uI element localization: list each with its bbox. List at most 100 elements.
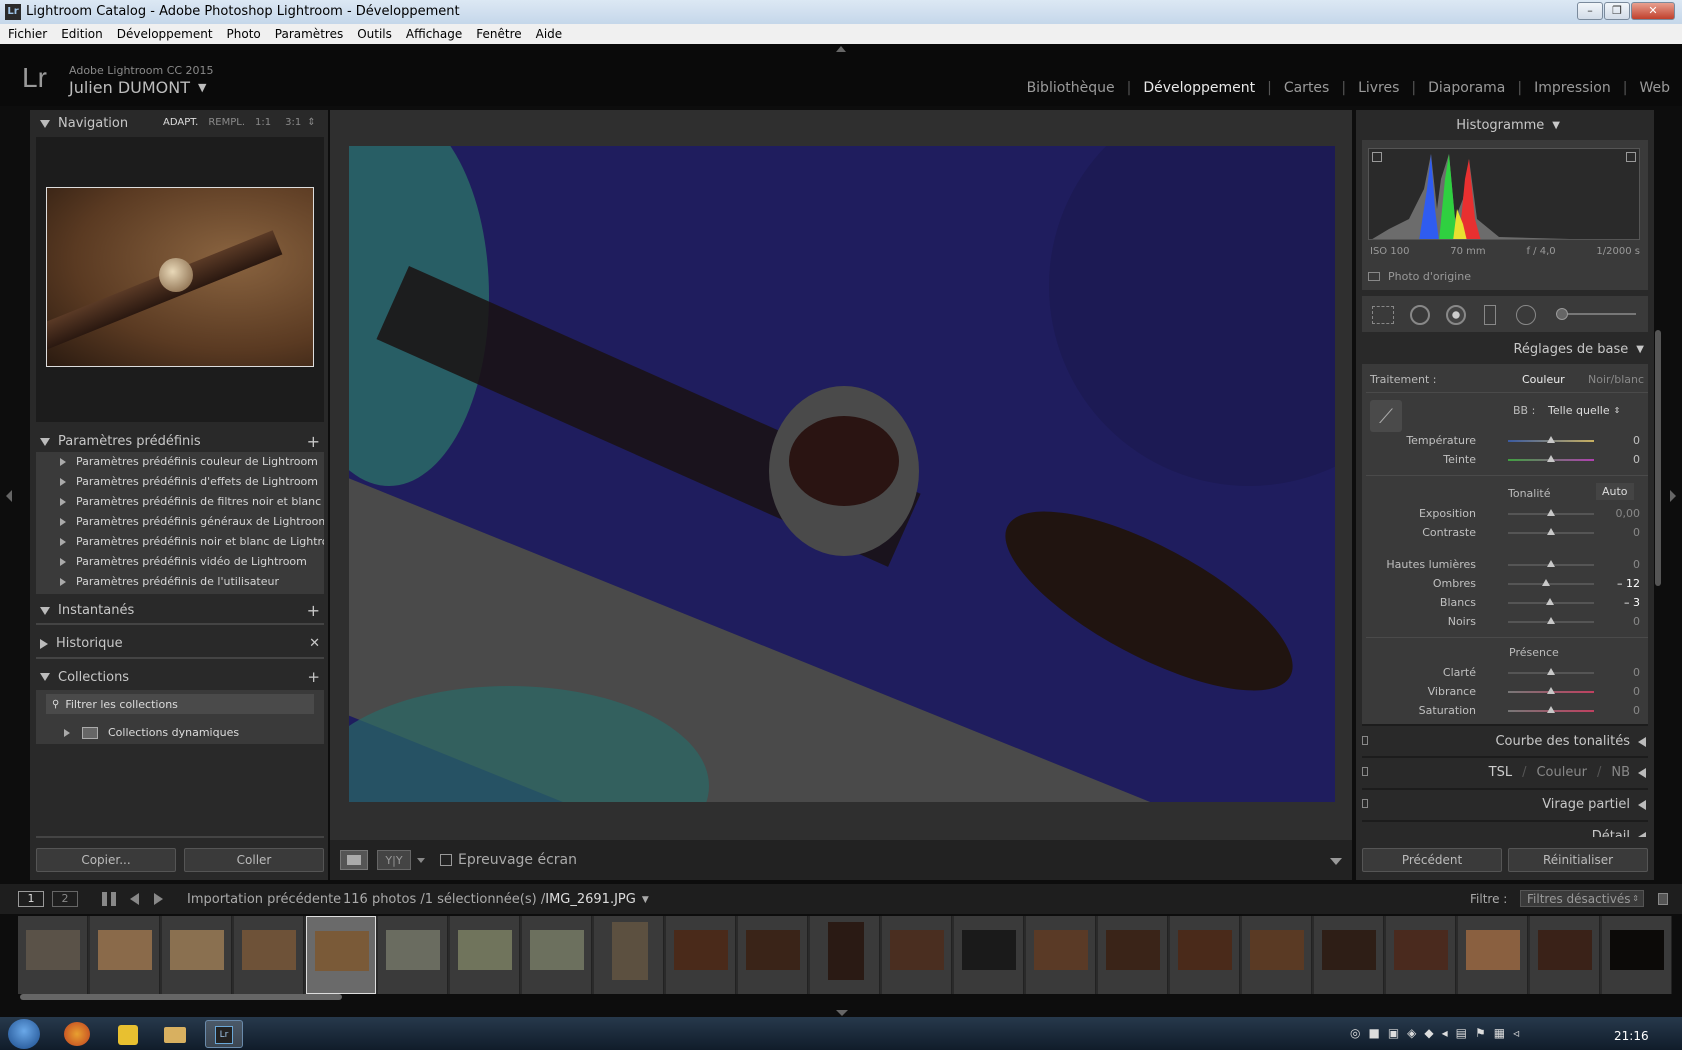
zoom-fit[interactable]: ADAPT. xyxy=(163,117,198,128)
filmstrip-thumbnail[interactable] xyxy=(1458,916,1528,994)
slider-knob[interactable] xyxy=(1547,560,1555,567)
zoom-stepper-icon[interactable]: ⇕ xyxy=(307,117,315,128)
filmstrip-thumbnail[interactable] xyxy=(810,916,880,994)
brush-slider-icon[interactable] xyxy=(1556,308,1636,320)
filmstrip-thumbnail[interactable] xyxy=(1170,916,1240,994)
grid-view-icon[interactable] xyxy=(102,892,116,906)
auto-tone-button[interactable]: Auto xyxy=(1596,483,1634,500)
firefox-taskbar-icon[interactable] xyxy=(64,1022,90,1046)
source-label[interactable]: Importation précédente xyxy=(187,892,341,907)
flag-icon[interactable]: ⚑ xyxy=(1475,1026,1486,1040)
shadow-clip-icon[interactable] xyxy=(1372,152,1382,162)
contrast-slider[interactable]: Contraste 0 xyxy=(1362,524,1642,542)
basic-header[interactable]: Réglages de base ▼ xyxy=(1500,342,1644,357)
filmstrip-thumbnail[interactable] xyxy=(90,916,160,994)
hsl-tab[interactable]: TSL xyxy=(1489,765,1512,780)
filmstrip-thumbnail[interactable] xyxy=(1242,916,1312,994)
detail-header-partial[interactable]: Détail xyxy=(1362,827,1648,837)
slider-knob[interactable] xyxy=(1547,455,1555,462)
user-name[interactable]: Julien DUMONT ▼ xyxy=(69,78,206,97)
filmstrip-thumbnail[interactable] xyxy=(1386,916,1456,994)
zoom-fill[interactable]: REMPL. xyxy=(208,117,245,128)
panel-toggle-icon[interactable] xyxy=(1362,736,1368,745)
bw-tab[interactable]: NB xyxy=(1611,765,1630,780)
slider-knob[interactable] xyxy=(1547,668,1555,675)
selected-filename[interactable]: IMG_2691.JPG xyxy=(545,892,636,907)
add-preset-icon[interactable]: + xyxy=(307,432,320,451)
module-diaporama[interactable]: Diaporama xyxy=(1416,80,1517,96)
reset-button[interactable]: Réinitialiser xyxy=(1508,848,1648,872)
module-bibliotheque[interactable]: Bibliothèque xyxy=(1015,80,1127,96)
filmstrip-thumbnail[interactable] xyxy=(306,916,376,994)
tray-icon[interactable]: ◈ xyxy=(1407,1026,1416,1040)
filmstrip-thumbnail[interactable] xyxy=(882,916,952,994)
color-tab[interactable]: Couleur xyxy=(1536,765,1586,780)
clock[interactable]: 21:16 xyxy=(1614,1029,1649,1043)
tray-icon[interactable]: ▤ xyxy=(1456,1026,1467,1040)
filter-lock-icon[interactable] xyxy=(1658,893,1668,905)
menu-affichage[interactable]: Affichage xyxy=(406,24,462,44)
forward-arrow-icon[interactable] xyxy=(154,893,163,905)
back-arrow-icon[interactable] xyxy=(130,893,139,905)
second-window-button[interactable]: 2 xyxy=(52,891,78,907)
tint-slider[interactable]: Teinte 0 xyxy=(1362,451,1642,469)
copy-button[interactable]: Copier... xyxy=(36,848,176,872)
shadows-slider[interactable]: Ombres – 12 xyxy=(1362,575,1642,593)
filmstrip-thumbnail[interactable] xyxy=(1530,916,1600,994)
right-panel-scrollbar[interactable] xyxy=(1655,330,1661,586)
menu-edition[interactable]: Edition xyxy=(61,24,103,44)
slider-knob[interactable] xyxy=(1547,617,1555,624)
filmstrip-thumbnail[interactable] xyxy=(1026,916,1096,994)
filmstrip-thumbnail[interactable] xyxy=(162,916,232,994)
snapshots-header[interactable]: Instantanés + xyxy=(40,601,320,620)
filmstrip-thumbnail[interactable] xyxy=(234,916,304,994)
collapse-top-arrow-icon[interactable] xyxy=(836,46,846,52)
navigation-header[interactable]: Navigation xyxy=(40,116,128,131)
explorer-taskbar-icon[interactable] xyxy=(164,1027,186,1043)
treatment-bw-option[interactable]: Noir/blanc xyxy=(1588,373,1644,386)
filmstrip-thumbnail[interactable] xyxy=(378,916,448,994)
main-photo[interactable] xyxy=(349,146,1335,802)
toolbar-menu-icon[interactable] xyxy=(1330,858,1342,865)
panel-toggle-icon[interactable] xyxy=(1362,799,1368,808)
slider-knob[interactable] xyxy=(1547,706,1555,713)
radial-filter-icon[interactable] xyxy=(1516,305,1536,325)
loupe-view-icon[interactable] xyxy=(340,850,368,870)
minimize-button[interactable]: – xyxy=(1577,2,1603,20)
add-collection-icon[interactable]: + xyxy=(307,668,320,686)
volume-icon[interactable]: ◃ xyxy=(1513,1026,1519,1040)
slider-knob[interactable] xyxy=(1541,579,1550,586)
preset-folder[interactable]: Paramètres prédéfinis généraux de Lightr… xyxy=(36,512,324,532)
wb-select[interactable]: Telle quelle ⇕ xyxy=(1548,404,1620,417)
filmstrip-thumbnail[interactable] xyxy=(1602,916,1672,994)
detail-header[interactable]: Détail xyxy=(1592,829,1646,837)
red-eye-icon[interactable] xyxy=(1446,305,1466,325)
preset-folder[interactable]: Paramètres prédéfinis couleur de Lightro… xyxy=(36,452,324,472)
highlight-clip-icon[interactable] xyxy=(1626,152,1636,162)
clear-history-icon[interactable]: ✕ xyxy=(309,636,320,651)
collections-header[interactable]: Collections + xyxy=(40,668,320,686)
temperature-slider[interactable]: Température 0 xyxy=(1362,432,1642,450)
filmstrip-thumbnail[interactable] xyxy=(954,916,1024,994)
tray-icon[interactable]: ◎ xyxy=(1350,1026,1360,1040)
highlights-slider[interactable]: Hautes lumières 0 xyxy=(1362,556,1642,574)
tone-curve-header[interactable]: Courbe des tonalités xyxy=(1460,734,1646,749)
navigator-preview-image[interactable] xyxy=(46,187,314,367)
collapse-left-arrow-icon[interactable] xyxy=(6,490,12,502)
original-photo-toggle[interactable]: Photo d'origine xyxy=(1368,270,1471,283)
office-taskbar-icon[interactable] xyxy=(118,1025,138,1045)
network-icon[interactable]: ▦ xyxy=(1494,1026,1505,1040)
preset-folder[interactable]: Paramètres prédéfinis d'effets de Lightr… xyxy=(36,472,324,492)
clarity-slider[interactable]: Clarté 0 xyxy=(1362,664,1642,682)
saturation-slider[interactable]: Saturation 0 xyxy=(1362,702,1642,720)
dropdown-arrow-icon[interactable]: ▼ xyxy=(642,895,649,905)
exposure-slider[interactable]: Exposition 0,00 xyxy=(1362,505,1642,523)
filter-select[interactable]: Filtres désactivés ⇕ xyxy=(1520,890,1644,907)
module-developpement[interactable]: Développement xyxy=(1131,80,1267,96)
filmstrip-thumbnail[interactable] xyxy=(594,916,664,994)
menu-aide[interactable]: Aide xyxy=(536,24,563,44)
menu-fenetre[interactable]: Fenêtre xyxy=(476,24,521,44)
main-window-button[interactable]: 1 xyxy=(18,891,44,907)
module-livres[interactable]: Livres xyxy=(1346,80,1411,96)
histogram-header[interactable]: Histogramme ▼ xyxy=(1456,118,1560,133)
